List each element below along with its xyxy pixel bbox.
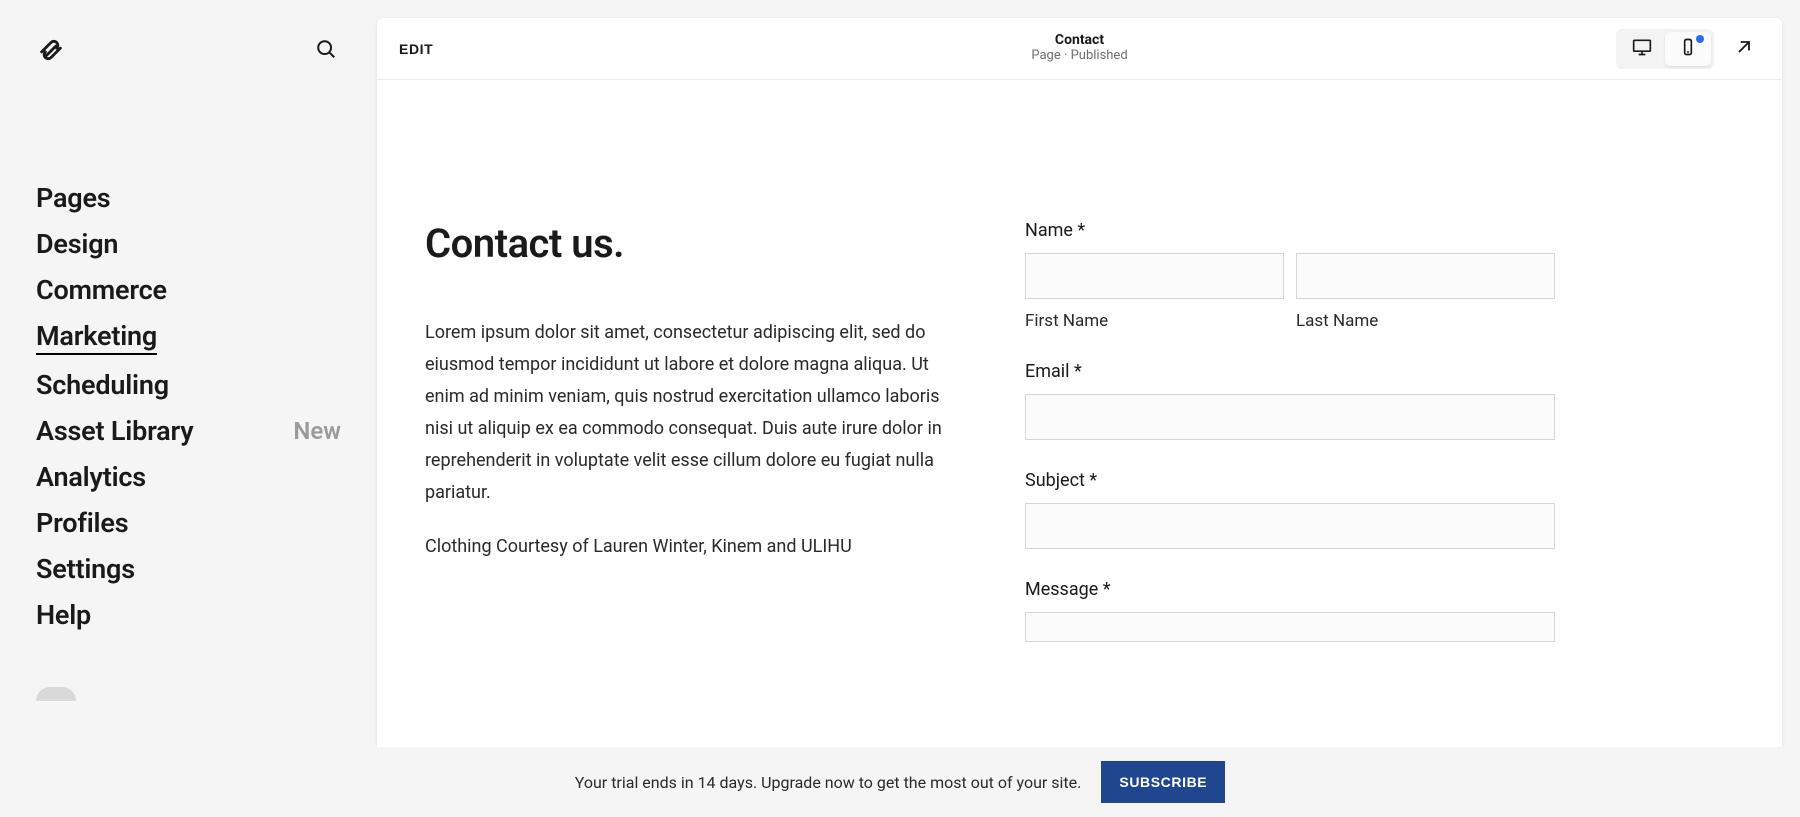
last-name-input[interactable] <box>1296 253 1555 299</box>
preview-topbar: EDIT Contact Page · Published <box>377 18 1782 80</box>
new-badge: New <box>293 417 341 445</box>
topbar-left: EDIT <box>399 39 433 58</box>
preview-wrap: EDIT Contact Page · Published <box>377 0 1800 747</box>
sidebar-nav: Pages Design Commerce Marketing Scheduli… <box>0 182 377 631</box>
sidebar-top <box>0 28 377 72</box>
sidebar-item-scheduling[interactable]: Scheduling <box>36 369 341 401</box>
open-in-new-button[interactable] <box>1728 31 1760 66</box>
last-name-sublabel: Last Name <box>1296 311 1555 331</box>
sidebar-item-label: Pages <box>36 182 110 214</box>
search-icon <box>315 48 337 63</box>
name-field-group: Name * First Name Last Name <box>1025 220 1555 331</box>
sidebar-item-label: Commerce <box>36 274 167 306</box>
device-toggle <box>1616 29 1714 69</box>
sidebar-item-pages[interactable]: Pages <box>36 182 341 214</box>
content-grid: Contact us. Lorem ipsum dolor sit amet, … <box>425 220 1555 672</box>
subject-label: Subject * <box>1025 470 1555 491</box>
content-text-column: Contact us. Lorem ipsum dolor sit amet, … <box>425 220 955 672</box>
sidebar-item-asset-library[interactable]: Asset Library New <box>36 415 341 447</box>
sidebar-item-design[interactable]: Design <box>36 228 341 260</box>
edit-button[interactable]: EDIT <box>399 41 433 57</box>
search-button[interactable] <box>311 34 341 67</box>
trial-bar: Your trial ends in 14 days. Upgrade now … <box>0 747 1800 817</box>
subscribe-button[interactable]: SUBSCRIBE <box>1101 761 1225 803</box>
first-name-sublabel: First Name <box>1025 311 1284 331</box>
avatar[interactable] <box>36 687 76 701</box>
contact-form: Name * First Name Last Name <box>1025 220 1555 672</box>
message-field-group: Message * <box>1025 579 1555 642</box>
page-meta: Page · Published <box>1031 48 1127 65</box>
content-body: Lorem ipsum dolor sit amet, consectetur … <box>425 317 955 563</box>
sidebar-item-commerce[interactable]: Commerce <box>36 274 341 306</box>
page-title: Contact <box>1031 32 1127 49</box>
preview-content: Contact us. Lorem ipsum dolor sit amet, … <box>377 80 1782 747</box>
email-label: Email * <box>1025 361 1555 382</box>
last-name-wrapper: Last Name <box>1296 253 1555 331</box>
sidebar-item-marketing[interactable]: Marketing <box>36 320 341 355</box>
sidebar-item-profiles[interactable]: Profiles <box>36 507 341 539</box>
app-root: Pages Design Commerce Marketing Scheduli… <box>0 0 1800 817</box>
email-input[interactable] <box>1025 394 1555 440</box>
sidebar-item-label: Settings <box>36 553 135 585</box>
subject-input[interactable] <box>1025 503 1555 549</box>
sidebar-item-help[interactable]: Help <box>36 599 341 631</box>
sidebar-item-label: Profiles <box>36 507 128 539</box>
content-heading: Contact us. <box>425 220 955 267</box>
squarespace-logo-icon <box>36 35 66 65</box>
trial-text: Your trial ends in 14 days. Upgrade now … <box>575 773 1082 792</box>
topbar-right <box>1616 29 1760 69</box>
sidebar: Pages Design Commerce Marketing Scheduli… <box>0 0 377 747</box>
device-mobile-button[interactable] <box>1665 32 1711 66</box>
name-fields-row: First Name Last Name <box>1025 253 1555 331</box>
content-paragraph: Lorem ipsum dolor sit amet, consectetur … <box>425 317 955 509</box>
message-label: Message * <box>1025 579 1555 600</box>
sidebar-item-label: Analytics <box>36 461 146 493</box>
arrow-up-right-icon <box>1734 45 1754 60</box>
first-name-wrapper: First Name <box>1025 253 1284 331</box>
email-field-group: Email * <box>1025 361 1555 440</box>
sidebar-item-label: Asset Library <box>36 415 193 447</box>
preview-panel: EDIT Contact Page · Published <box>377 18 1782 747</box>
sidebar-item-label: Design <box>36 228 118 260</box>
message-input[interactable] <box>1025 612 1555 642</box>
topbar-center: Contact Page · Published <box>1031 32 1127 66</box>
sidebar-item-label: Help <box>36 599 91 631</box>
name-label: Name * <box>1025 220 1555 241</box>
subject-field-group: Subject * <box>1025 470 1555 549</box>
sidebar-item-analytics[interactable]: Analytics <box>36 461 341 493</box>
notification-dot-icon <box>1696 35 1704 43</box>
mobile-icon <box>1678 38 1698 59</box>
desktop-icon <box>1632 38 1652 59</box>
sidebar-item-label: Scheduling <box>36 369 169 401</box>
sidebar-item-settings[interactable]: Settings <box>36 553 341 585</box>
first-name-input[interactable] <box>1025 253 1284 299</box>
content-credits: Clothing Courtesy of Lauren Winter, Kine… <box>425 531 955 563</box>
main-row: Pages Design Commerce Marketing Scheduli… <box>0 0 1800 747</box>
device-desktop-button[interactable] <box>1619 32 1665 66</box>
sidebar-item-label: Marketing <box>36 320 157 355</box>
